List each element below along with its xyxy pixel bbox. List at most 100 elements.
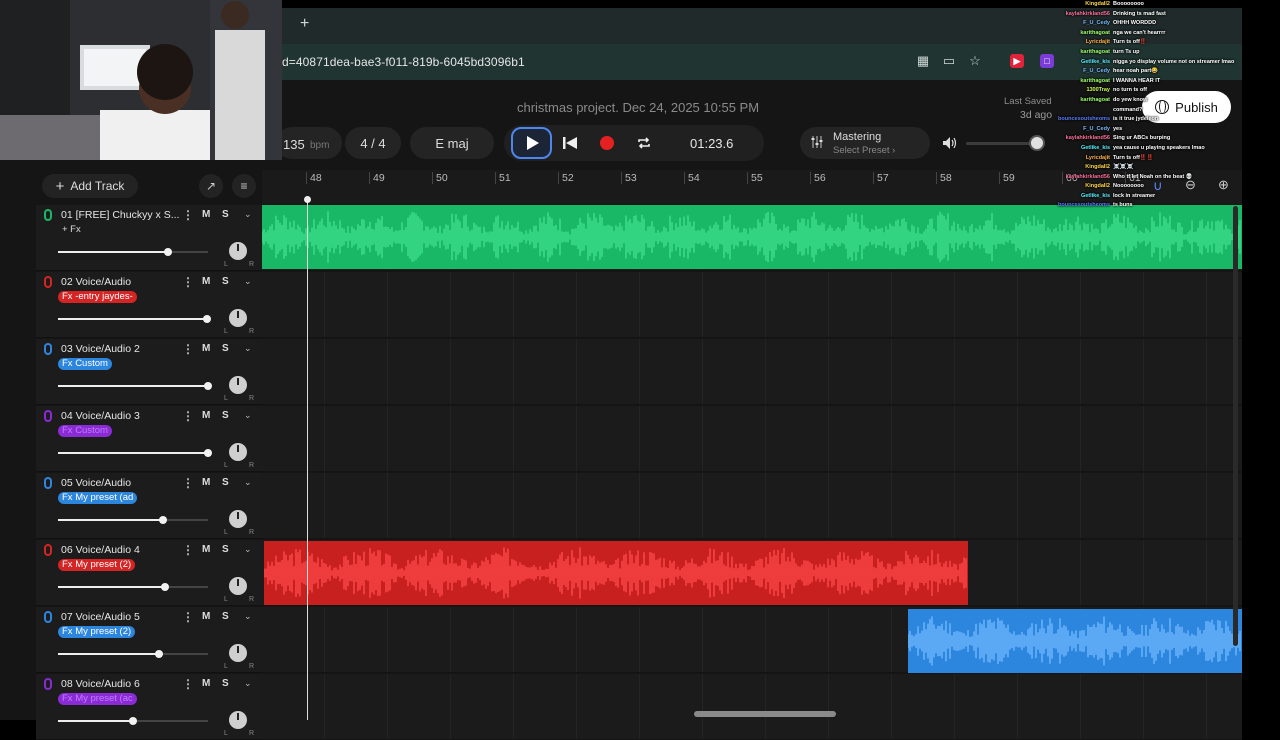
pan-knob[interactable] [229,644,247,662]
chevron-down-icon[interactable]: ⌄ [244,544,252,555]
microphone-icon[interactable] [44,209,52,221]
chevron-down-icon[interactable]: ⌄ [244,477,252,488]
fx-badge[interactable]: Fx Custom [58,358,112,370]
chevron-down-icon[interactable]: ⌄ [244,209,252,220]
pan-knob[interactable] [229,309,247,327]
fx-badge[interactable]: Fx My preset (ac [58,693,137,705]
track-menu-icon[interactable]: ⋮ [182,476,194,490]
solo-button[interactable]: S [222,611,229,622]
track-name[interactable]: 05 Voice/Audio [61,477,131,489]
track-name[interactable]: 04 Voice/Audio 3 [61,410,140,422]
track-menu-icon[interactable]: ⋮ [182,610,194,624]
microphone-icon[interactable] [44,410,52,422]
track-volume-knob[interactable] [163,248,172,256]
solo-button[interactable]: S [222,276,229,287]
extension-icon[interactable]: ▶ [1010,54,1024,68]
solo-button[interactable]: S [222,209,229,220]
pan-knob[interactable] [229,510,247,528]
track-name[interactable]: 02 Voice/Audio [61,276,131,288]
track-menu-icon[interactable]: ⋮ [182,208,194,222]
chevron-down-icon[interactable]: ⌄ [244,410,252,421]
key-control[interactable]: E maj [410,127,494,159]
pan-knob[interactable] [229,376,247,394]
track-menu-icon[interactable]: ⋮ [182,543,194,557]
mute-button[interactable]: M [202,343,210,354]
track-volume-knob[interactable] [154,650,163,658]
track-name[interactable]: 08 Voice/Audio 6 [61,678,140,690]
play-button[interactable] [511,127,552,159]
loop-icon[interactable] [636,135,652,151]
track-volume-knob[interactable] [159,516,167,524]
solo-button[interactable]: S [222,544,229,555]
microphone-icon[interactable] [44,544,52,556]
track-name[interactable]: 03 Voice/Audio 2 [61,343,140,355]
time-signature-control[interactable]: 4 / 4 [345,127,401,159]
track-lane[interactable] [262,272,1242,338]
add-track-button[interactable]: + Add Track [42,174,138,198]
track-header[interactable]: 03 Voice/Audio 2 ⋮ M S ⌄ Fx Custom L R [36,339,262,405]
track-volume-knob[interactable] [202,315,211,323]
record-button[interactable] [600,136,614,150]
audio-clip-track-01[interactable] [261,205,1242,269]
pan-knob[interactable] [229,577,247,595]
audio-clip-track-06[interactable] [263,541,968,605]
microphone-icon[interactable] [44,611,52,623]
track-header[interactable]: 01 [FREE] Chuckyy x S... ⋮ M S ⌄ + Fx L … [36,205,262,271]
fx-badge[interactable]: Fx -entry jaydes- [58,291,137,303]
skip-to-start-icon[interactable] [562,136,578,150]
track-header[interactable]: 02 Voice/Audio ⋮ M S ⌄ Fx -entry jaydes-… [36,272,262,338]
chevron-down-icon[interactable]: ⌄ [244,276,252,287]
mute-button[interactable]: M [202,544,210,555]
speaker-icon[interactable] [942,136,958,150]
mixer-button[interactable]: ≡ [232,174,256,198]
track-name[interactable]: 01 [FREE] Chuckyy x S... [61,209,179,221]
playhead[interactable] [307,198,308,720]
track-menu-icon[interactable]: ⋮ [182,342,194,356]
track-menu-icon[interactable]: ⋮ [182,275,194,289]
microphone-icon[interactable] [44,276,52,288]
track-header[interactable]: 04 Voice/Audio 3 ⋮ M S ⌄ Fx Custom L R [36,406,262,472]
new-tab-button[interactable]: + [300,15,309,33]
reading-mode-icon[interactable]: ▦ [916,54,930,68]
track-volume-knob[interactable] [129,717,137,725]
track-header[interactable]: 07 Voice/Audio 5 ⋮ M S ⌄ Fx My preset (2… [36,607,262,673]
automation-button[interactable]: ↗ [199,174,223,198]
track-header[interactable]: 05 Voice/Audio ⋮ M S ⌄ Fx My preset (ad … [36,473,262,539]
fx-badge[interactable]: Fx Custom [58,425,112,437]
solo-button[interactable]: S [222,477,229,488]
vertical-scrollbar[interactable] [1233,206,1238,646]
mute-button[interactable]: M [202,276,210,287]
track-name[interactable]: 07 Voice/Audio 5 [61,611,140,623]
solo-button[interactable]: S [222,343,229,354]
mute-button[interactable]: M [202,477,210,488]
track-header[interactable]: 06 Voice/Audio 4 ⋮ M S ⌄ Fx My preset (2… [36,540,262,606]
track-name[interactable]: 06 Voice/Audio 4 [61,544,140,556]
playhead-handle[interactable] [304,196,311,203]
pan-knob[interactable] [229,711,247,729]
microphone-icon[interactable] [44,477,52,489]
track-lane[interactable] [262,674,1242,740]
mute-button[interactable]: M [202,611,210,622]
track-volume-knob[interactable] [160,583,169,591]
microphone-icon[interactable] [44,678,52,690]
fx-badge[interactable]: Fx My preset (ad [58,492,138,504]
track-menu-icon[interactable]: ⋮ [182,677,194,691]
track-lane[interactable] [262,473,1242,539]
pan-knob[interactable] [229,242,247,260]
solo-button[interactable]: S [222,410,229,421]
mute-button[interactable]: M [202,209,210,220]
track-volume-knob[interactable] [204,449,212,457]
track-lane[interactable] [262,339,1242,405]
audio-clip-track-07[interactable] [907,609,1242,673]
master-volume-slider[interactable] [966,142,1036,145]
track-menu-icon[interactable]: ⋮ [182,409,194,423]
track-volume-knob[interactable] [204,382,212,390]
chevron-down-icon[interactable]: ⌄ [244,611,252,622]
url-text[interactable]: d=40871dea-bae3-f011-819b-6045bd3096b1 [282,55,525,69]
track-lane[interactable] [262,406,1242,472]
cast-icon[interactable]: ▭ [942,54,956,68]
chevron-down-icon[interactable]: ⌄ [244,343,252,354]
fx-badge[interactable]: Fx My preset (2) [58,626,136,638]
pan-knob[interactable] [229,443,247,461]
horizontal-scrollbar[interactable] [694,711,836,717]
